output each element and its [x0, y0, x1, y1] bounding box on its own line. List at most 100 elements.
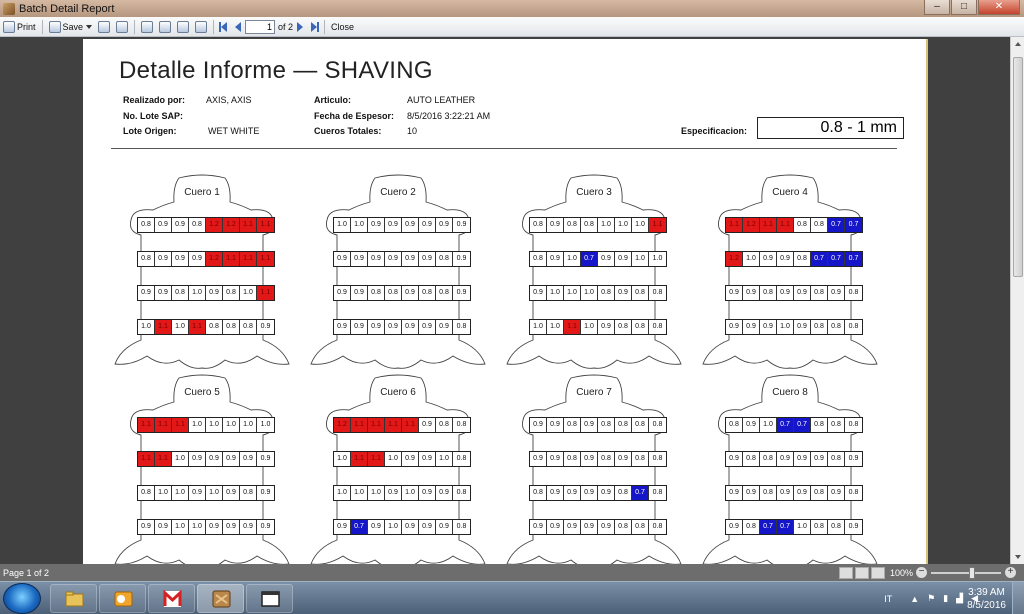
continuous-view-icon[interactable]: [870, 566, 885, 579]
thickness-cell: 1.0: [206, 486, 223, 500]
thickness-cell: 1.0: [172, 452, 189, 466]
system-clock[interactable]: 3:39 AM 8/5/2016: [967, 586, 1006, 612]
batch-report-task[interactable]: [197, 584, 244, 613]
thickness-cell: 0.9: [436, 320, 453, 334]
two-page-view-icon[interactable]: [854, 566, 869, 579]
thickness-cell: 0.9: [257, 320, 274, 334]
thickness-cell: 0.8: [615, 486, 632, 500]
thickness-cell: 1.1: [138, 452, 155, 466]
cuero-card: Cuero 1 0.8 0.9 0.9 0.8 1.2 1.2 1.1 1.1 0.8 0.9 0.9…: [113, 172, 291, 372]
refresh-button[interactable]: [174, 18, 192, 36]
thickness-cell: 0.8: [453, 486, 470, 500]
thickness-row: 1.1 1.2 1.1 1.1 0.8 0.8 0.7 0.7: [725, 217, 863, 233]
print-layout-button[interactable]: [192, 18, 210, 36]
thickness-cell: 1.1: [138, 418, 155, 432]
zoom-in-icon[interactable]: +: [1005, 567, 1016, 578]
page-setup-button[interactable]: [138, 18, 156, 36]
page-setup-icon: [141, 20, 154, 33]
thickness-cell: 0.9: [530, 452, 547, 466]
thickness-row: 0.8 1.0 1.0 0.9 1.0 0.9 0.8 0.9: [137, 485, 275, 501]
zoom-out-icon[interactable]: −: [916, 567, 927, 578]
save-button[interactable]: Save: [46, 18, 96, 36]
thickness-cell: 0.8: [632, 452, 649, 466]
thickness-cell: 0.9: [453, 252, 470, 266]
thickness-cell: 0.9: [419, 486, 436, 500]
thickness-cell: 0.9: [530, 520, 547, 534]
chevron-down-icon[interactable]: [86, 24, 93, 29]
thickness-cell: 0.8: [453, 452, 470, 466]
explorer-task[interactable]: [50, 584, 97, 613]
zoom-slider-knob[interactable]: [969, 566, 975, 579]
network-icon[interactable]: ▟: [956, 593, 963, 604]
thickness-cell: 0.9: [402, 452, 419, 466]
thickness-cell: 1.1: [189, 320, 206, 334]
cuero-card: Cuero 7 0.9 0.9 0.8 0.9 0.8 0.8 0.8 0.8 0.9 0.9 0.8…: [505, 372, 683, 572]
gmail-task[interactable]: [148, 584, 195, 613]
zoom-level: 100%: [889, 567, 913, 578]
print-button[interactable]: Print: [0, 18, 39, 36]
thickness-cell: 0.8: [419, 286, 436, 300]
close-report-button[interactable]: Close: [328, 18, 357, 36]
fecha-label: Fecha de Espesor:: [314, 111, 395, 121]
page-number-input[interactable]: [245, 19, 276, 34]
battery-icon[interactable]: ▮: [943, 593, 948, 604]
thickness-row: 1.1 1.1 1.1 1.0 1.0 1.0 1.0 1.0: [137, 417, 275, 433]
minimize-button[interactable]: –: [924, 0, 950, 15]
thickness-cell: 0.9: [777, 452, 794, 466]
thickness-cell: 0.8: [615, 520, 632, 534]
lote-origen-value: WET WHITE: [208, 126, 260, 136]
window-task[interactable]: [246, 584, 293, 613]
thickness-cell: 0.9: [172, 218, 189, 232]
thickness-row: 0.9 0.9 0.8 0.9 0.8 0.8 0.8 0.8: [529, 417, 667, 433]
hide-outline-icon: [506, 374, 682, 569]
next-page-icon[interactable]: [297, 21, 304, 32]
last-page-icon[interactable]: [311, 21, 318, 32]
thickness-cell: 1.0: [649, 252, 666, 266]
thickness-cell: 1.1: [223, 252, 240, 266]
thickness-cell: 0.8: [453, 418, 470, 432]
thickness-cell: 0.8: [811, 286, 828, 300]
thickness-cell: 0.9: [351, 252, 368, 266]
scrollbar-thumb[interactable]: [1013, 57, 1023, 277]
thickness-cell: 0.8: [828, 452, 845, 466]
start-button[interactable]: [3, 583, 41, 614]
thickness-cell: 0.9: [257, 486, 274, 500]
cuero-card: Cuero 2 1.0 1.0 0.9 0.9 0.9 0.9 0.9 0.9 0.9 0.9 0.9…: [309, 172, 487, 372]
export-button[interactable]: [156, 18, 174, 36]
report-page: Detalle Informe — SHAVING Realizado por:…: [83, 39, 928, 569]
single-page-view-icon[interactable]: [838, 566, 853, 579]
show-desktop-button[interactable]: [1012, 582, 1024, 614]
window-controls: – □ ✕: [923, 0, 1020, 15]
thickness-row: 0.9 0.9 0.8 0.9 0.8 0.9 0.8 0.8: [529, 451, 667, 467]
vertical-scrollbar[interactable]: [1010, 37, 1024, 564]
cuero-title: Cuero 1: [184, 187, 220, 198]
thickness-cell: 0.9: [564, 520, 581, 534]
thickness-cell: 0.8: [189, 218, 206, 232]
thickness-cell: 1.0: [743, 252, 760, 266]
close-window-button[interactable]: ✕: [978, 0, 1020, 15]
thickness-cell: 0.8: [615, 320, 632, 334]
show-hidden-icons-icon[interactable]: ▲: [910, 594, 919, 604]
zoom-slider[interactable]: [931, 566, 1001, 579]
thickness-cell: 0.8: [828, 418, 845, 432]
thickness-cell: 0.9: [581, 452, 598, 466]
thickness-cell: 0.9: [743, 418, 760, 432]
thickness-cell: 0.7: [760, 520, 777, 534]
maximize-button[interactable]: □: [951, 0, 977, 15]
thickness-cell: 1.0: [564, 286, 581, 300]
previous-page-icon[interactable]: [235, 21, 242, 32]
thickness-cell: 0.8: [436, 252, 453, 266]
email-button[interactable]: [95, 18, 113, 36]
scroll-down-icon[interactable]: [1015, 555, 1021, 559]
outlook-task[interactable]: [99, 584, 146, 613]
language-indicator[interactable]: IT: [884, 594, 892, 604]
find-button[interactable]: [113, 18, 131, 36]
thickness-cell: 0.7: [845, 218, 862, 232]
page-count-label: of 2: [278, 21, 294, 32]
scroll-up-icon[interactable]: [1015, 42, 1021, 46]
first-page-icon[interactable]: [221, 21, 228, 32]
thickness-cell: 0.9: [743, 286, 760, 300]
thickness-cell: 1.0: [240, 418, 257, 432]
flag-icon[interactable]: ⚑: [927, 593, 935, 604]
binoculars-icon: [116, 20, 129, 33]
